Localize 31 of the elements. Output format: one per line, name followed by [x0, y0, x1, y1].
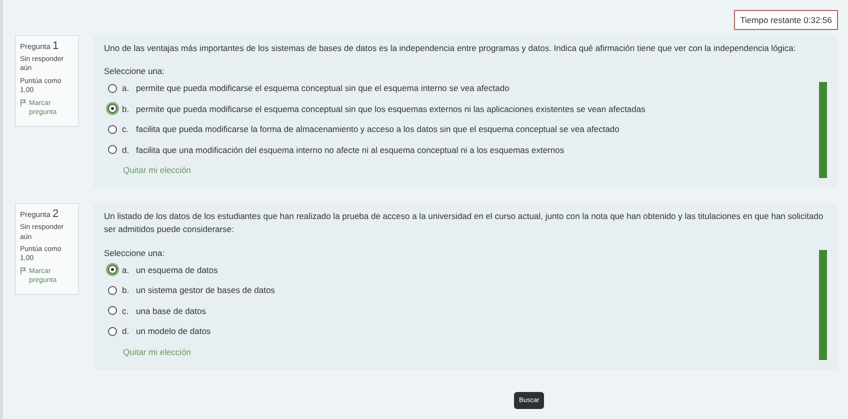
option-letter: a.: [122, 264, 130, 275]
option-letter: d.: [122, 326, 130, 336]
option-text[interactable]: permite que pueda modificarse el esquema conceptual sin que los esquemas externos ni las aplicaciones existentes se vean afectadas: [136, 104, 646, 114]
answer-prompt: Seleccione una:: [104, 248, 166, 258]
radio-button[interactable]: [108, 286, 117, 295]
time-remaining: Tiempo restante 0:32:56: [734, 10, 838, 30]
option-letter: a.: [122, 83, 130, 94]
flag-icon[interactable]: [20, 98, 27, 107]
radio-button[interactable]: [108, 145, 117, 154]
option-text[interactable]: facilita que una modificación del esquema interno no afecte ni al esquema conceptual ni a los esquemas externos: [136, 144, 564, 155]
question-text: Uno de las ventajas más importantes de los sistemas de bases de datos es la independencia entre programas y datos. Indica qué afirmación tiene que ver con la independencia lógica:: [104, 42, 797, 55]
option-letter: c.: [122, 124, 130, 134]
option-text[interactable]: facilita que pueda modificarse la forma de almacenamiento y acceso a los datos sin que el esquema conceptual se vea afectado: [136, 124, 620, 134]
option-letter: b.: [122, 285, 130, 296]
answer-prompt: Seleccione una:: [104, 66, 166, 76]
option-letter: c.: [122, 306, 130, 316]
radio-button[interactable]: [108, 265, 117, 274]
radio-button[interactable]: [108, 326, 117, 336]
option-text[interactable]: un modelo de datos: [136, 326, 211, 336]
option-text[interactable]: un esquema de datos: [136, 264, 218, 275]
option-text[interactable]: una base de datos: [136, 306, 206, 316]
flag-icon[interactable]: [20, 266, 27, 275]
option-letter: d.: [122, 144, 130, 155]
radio-button[interactable]: [108, 104, 117, 114]
question-text: Un listado de los datos de los estudiantes que han realizado la prueba de acceso a la universidad en el curso actual, junto con la nota que han obtenido y las titulaciones en que han solicitado ser admitidos puede considerarse:: [104, 210, 824, 236]
radio-button[interactable]: [108, 306, 117, 316]
radio-button[interactable]: [108, 124, 117, 134]
option-text[interactable]: un sistema gestor de bases de datos: [136, 285, 275, 296]
option-letter: b.: [122, 104, 130, 114]
option-text[interactable]: permite que pueda modificarse el esquema conceptual sin que el esquema interno se vea afectado: [136, 83, 510, 94]
radio-button[interactable]: [108, 84, 117, 93]
